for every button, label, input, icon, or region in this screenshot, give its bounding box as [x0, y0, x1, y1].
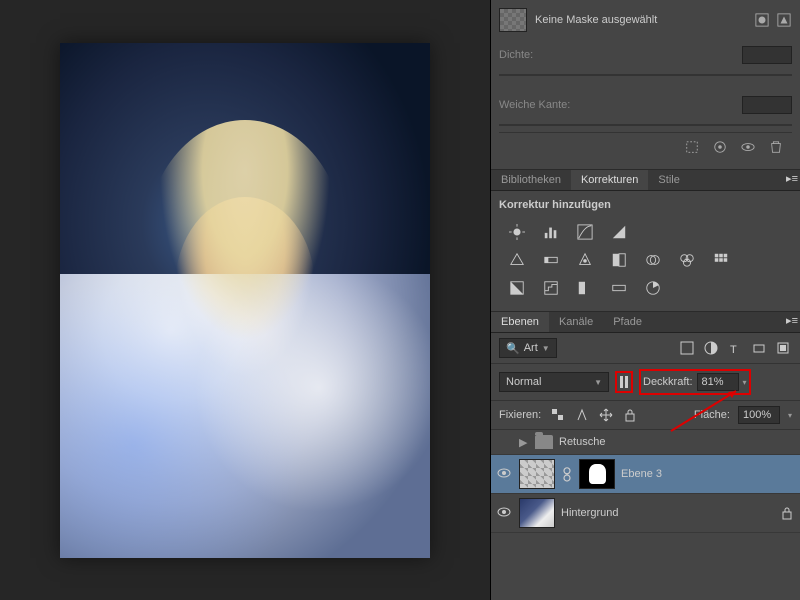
- panel-menu-icon[interactable]: ▸≡: [784, 170, 800, 190]
- fill-label: Fläche:: [694, 409, 730, 421]
- opacity-label: Deckkraft:: [643, 376, 693, 388]
- folder-name[interactable]: Retusche: [559, 436, 605, 448]
- filter-type-icon[interactable]: T: [726, 339, 744, 357]
- hue-sat-icon[interactable]: [541, 251, 561, 269]
- posterize-icon[interactable]: [541, 279, 561, 297]
- layer-list: ▶ Retusche Ebene 3 Hintergrund: [491, 430, 800, 600]
- layer-row[interactable]: Hintergrund: [491, 494, 800, 533]
- exposure-icon[interactable]: [609, 223, 629, 241]
- canvas-area[interactable]: [0, 0, 490, 600]
- layer-name[interactable]: Hintergrund: [561, 507, 774, 519]
- mask-thumbnail[interactable]: [499, 8, 527, 32]
- layer-thumbnail[interactable]: [519, 459, 555, 489]
- fill-dropdown-arrow[interactable]: ▾: [788, 411, 792, 420]
- layer-folder[interactable]: ▶ Retusche: [491, 430, 800, 455]
- visibility-toggle[interactable]: [497, 466, 513, 482]
- annotation-highlight-opacity: Deckkraft: ▾: [639, 369, 751, 395]
- density-label: Dichte:: [499, 49, 579, 61]
- pixel-mask-icon[interactable]: [754, 12, 770, 28]
- invert-icon[interactable]: [507, 279, 527, 297]
- svg-text:T: T: [730, 344, 737, 355]
- density-value[interactable]: [742, 46, 792, 64]
- threshold-icon[interactable]: [575, 279, 595, 297]
- selective-color-icon[interactable]: [643, 279, 663, 297]
- layer-row[interactable]: Ebene 3: [491, 455, 800, 494]
- layer-thumbnail[interactable]: [519, 498, 555, 528]
- visibility-toggle[interactable]: [497, 505, 513, 521]
- tab-styles[interactable]: Stile: [648, 170, 689, 190]
- gradient-map-icon[interactable]: [609, 279, 629, 297]
- lock-pixels-icon[interactable]: [573, 406, 591, 424]
- tab-layers[interactable]: Ebenen: [491, 312, 549, 332]
- channel-mixer-icon[interactable]: [677, 251, 697, 269]
- search-icon: 🔍: [506, 342, 520, 355]
- adjustments-title: Korrektur hinzufügen: [499, 199, 792, 211]
- apply-mask-icon[interactable]: [712, 139, 728, 155]
- tab-paths[interactable]: Pfade: [603, 312, 652, 332]
- tab-libraries[interactable]: Bibliotheken: [491, 170, 571, 190]
- blend-mode-dropdown[interactable]: Normal ▼: [499, 372, 609, 392]
- vibrance-icon[interactable]: [507, 251, 527, 269]
- fill-input[interactable]: [738, 406, 780, 424]
- feather-label: Weiche Kante:: [499, 99, 579, 111]
- mask-status-label: Keine Maske ausgewählt: [535, 14, 657, 26]
- folder-collapse-icon[interactable]: ▶: [519, 436, 529, 449]
- filter-pixel-icon[interactable]: [678, 339, 696, 357]
- lock-label: Fixieren:: [499, 409, 541, 421]
- feather-slider[interactable]: [499, 118, 792, 132]
- tab-adjustments[interactable]: Korrekturen: [571, 170, 648, 190]
- trash-icon[interactable]: [768, 139, 784, 155]
- density-slider[interactable]: [499, 68, 792, 82]
- vector-mask-icon[interactable]: [776, 12, 792, 28]
- folder-icon: [535, 435, 553, 449]
- mask-link-icon[interactable]: [561, 467, 573, 481]
- opacity-dropdown-arrow[interactable]: ▾: [743, 378, 747, 387]
- brightness-icon[interactable]: [507, 223, 527, 241]
- color-balance-icon[interactable]: [575, 251, 595, 269]
- mask-panel: Keine Maske ausgewählt Dichte: Weiche Ka…: [491, 0, 800, 170]
- photo-filter-icon[interactable]: [643, 251, 663, 269]
- lock-icon[interactable]: [780, 506, 794, 520]
- bw-icon[interactable]: [609, 251, 629, 269]
- tab-channels[interactable]: Kanäle: [549, 312, 603, 332]
- layer-filter-dropdown[interactable]: 🔍 Art ▼: [499, 338, 557, 358]
- filter-adjust-icon[interactable]: [702, 339, 720, 357]
- levels-icon[interactable]: [541, 223, 561, 241]
- layer-mask-thumbnail[interactable]: [579, 459, 615, 489]
- opacity-input[interactable]: [697, 373, 739, 391]
- photo-canvas[interactable]: [60, 43, 430, 558]
- lock-all-icon[interactable]: [621, 406, 639, 424]
- layer-name[interactable]: Ebene 3: [621, 468, 794, 480]
- lock-position-icon[interactable]: [597, 406, 615, 424]
- visibility-toggle[interactable]: [497, 434, 513, 450]
- color-lookup-icon[interactable]: [711, 251, 731, 269]
- annotation-highlight-small: [615, 371, 633, 393]
- filter-smart-icon[interactable]: [774, 339, 792, 357]
- layers-menu-icon[interactable]: ▸≡: [784, 312, 800, 332]
- right-panels: Keine Maske ausgewählt Dichte: Weiche Ka…: [490, 0, 800, 600]
- layers-panel: Ebenen Kanäle Pfade ▸≡ 🔍 Art ▼ T Normal …: [491, 312, 800, 600]
- mask-from-selection-icon[interactable]: [684, 139, 700, 155]
- adjustments-panel: Bibliotheken Korrekturen Stile ▸≡ Korrek…: [491, 170, 800, 312]
- curves-icon[interactable]: [575, 223, 595, 241]
- feather-value[interactable]: [742, 96, 792, 114]
- lock-transparent-icon[interactable]: [549, 406, 567, 424]
- disable-mask-icon[interactable]: [740, 139, 756, 155]
- filter-shape-icon[interactable]: [750, 339, 768, 357]
